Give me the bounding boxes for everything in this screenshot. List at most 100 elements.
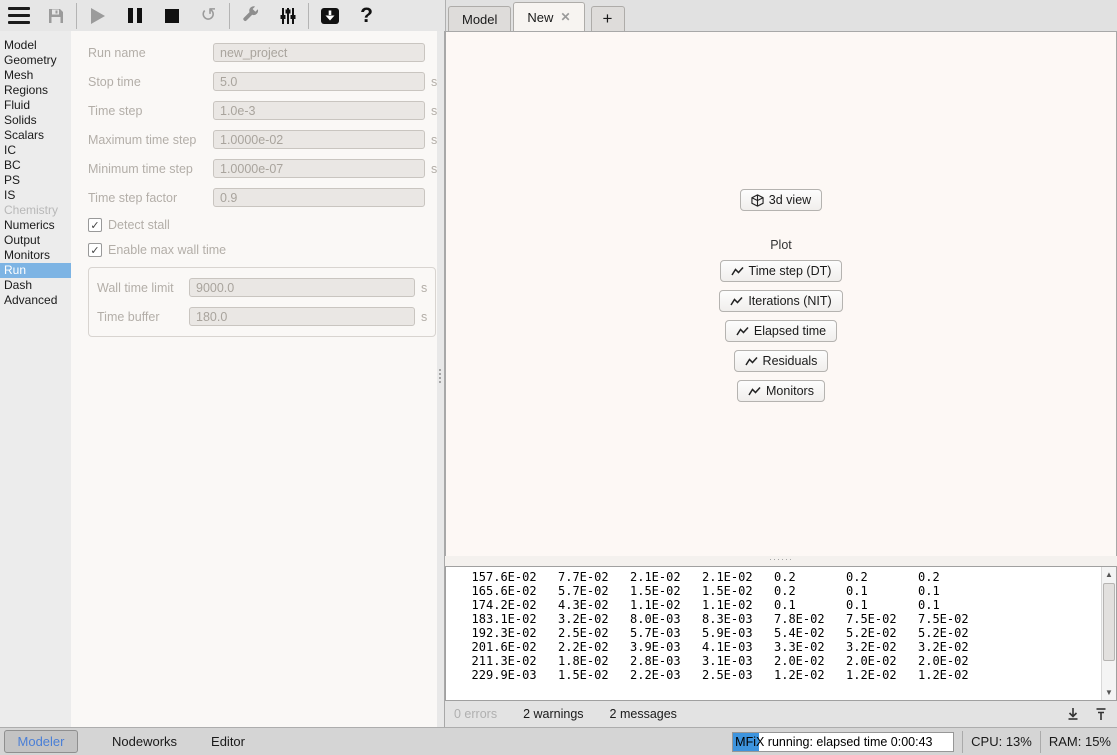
sidebar-item-regions[interactable]: Regions	[0, 83, 71, 98]
tab-label: Model	[462, 12, 497, 27]
residual-value: 3.2E-02	[558, 612, 630, 626]
menu-icon[interactable]	[0, 1, 37, 31]
tab-label: New	[527, 10, 553, 25]
plot-button-time-step-dt[interactable]: Time step (DT)	[720, 260, 843, 282]
3d-view-button[interactable]: 3d view	[740, 189, 822, 211]
scroll-up-icon[interactable]: ▲	[1102, 567, 1116, 582]
run-settings-panel: Run nameStop timesTime stepsMaximum time…	[71, 31, 437, 727]
sidebar-item-numerics[interactable]: Numerics	[0, 218, 71, 233]
export-download-icon[interactable]	[311, 1, 348, 31]
tab-new[interactable]: New ✕	[513, 2, 584, 31]
checkbox-label: Enable max wall time	[108, 243, 226, 257]
residual-value: 3.1E-03	[702, 654, 774, 668]
question-mark-icon: ?	[360, 5, 373, 26]
mode-button-nodeworks[interactable]: Nodeworks	[112, 734, 177, 749]
sidebar-item-dash[interactable]: Dash	[0, 278, 71, 293]
sidebar-nav: ModelGeometryMeshRegionsFluidSolidsScala…	[0, 31, 71, 727]
sidebar-item-monitors[interactable]: Monitors	[0, 248, 71, 263]
settings-sliders-icon[interactable]	[269, 1, 306, 31]
sidebar-item-is[interactable]: IS	[0, 188, 71, 203]
new-tab-button[interactable]: +	[591, 6, 625, 31]
residual-value: 7.5E-02	[918, 612, 990, 626]
time-step-input[interactable]	[213, 101, 425, 120]
sidebar-item-ps[interactable]: PS	[0, 173, 71, 188]
cpu-usage: CPU: 13%	[971, 734, 1032, 749]
workspace-panel: 3d view Plot Time step (DT)Iterations (N…	[445, 31, 1117, 556]
checkbox-checked-icon[interactable]: ✓	[88, 243, 102, 257]
tab-model[interactable]: Model	[448, 6, 511, 31]
iteration-number: 21	[446, 654, 486, 668]
console-scrollbar[interactable]: ▲ ▼	[1101, 567, 1116, 700]
stop-icon[interactable]	[153, 1, 190, 31]
scroll-down-icon[interactable]: ▼	[1102, 685, 1116, 700]
time-step-factor-input[interactable]	[213, 188, 425, 207]
vertical-splitter[interactable]	[437, 31, 445, 727]
plot-button-monitors[interactable]: Monitors	[737, 380, 825, 402]
form-row: Wall time limits	[97, 277, 435, 298]
statusbar-separator	[1040, 731, 1041, 753]
build-wrench-icon[interactable]	[232, 1, 269, 31]
sidebar-item-output[interactable]: Output	[0, 233, 71, 248]
sidebar-item-advanced[interactable]: Advanced	[0, 293, 71, 308]
run-play-icon[interactable]	[79, 1, 116, 31]
residual-value: 0.1	[918, 598, 990, 612]
save-icon[interactable]	[37, 1, 74, 31]
wall-time-limit-input[interactable]	[189, 278, 415, 297]
scroll-to-bottom-button[interactable]	[1065, 706, 1081, 722]
sidebar-item-model[interactable]: Model	[0, 38, 71, 53]
stop-square-icon	[165, 9, 179, 23]
sidebar-item-geometry[interactable]: Geometry	[0, 53, 71, 68]
mode-button-modeler[interactable]: Modeler	[4, 730, 78, 753]
max-wall-time-group: Wall time limitsTime buffers	[88, 267, 436, 337]
checkbox-row: ✓ Detect stall	[88, 217, 437, 233]
sidebar-item-bc[interactable]: BC	[0, 158, 71, 173]
console-status-bar: 0 errors 2 warnings 2 messages	[445, 701, 1117, 727]
maximum-time-step-input[interactable]	[213, 130, 425, 149]
main-toolbar: ↺ ?	[0, 0, 445, 32]
zigzag-chart-icon	[731, 266, 744, 277]
plot-button-residuals[interactable]: Residuals	[734, 350, 829, 372]
scrollbar-thumb[interactable]	[1103, 583, 1115, 661]
time-buffer-input[interactable]	[189, 307, 415, 326]
residual-value: 2.8E-03	[630, 654, 702, 668]
plot-button-label: Elapsed time	[754, 324, 826, 338]
run-name-input[interactable]	[213, 43, 425, 62]
residual-value: 2.1E-02	[630, 570, 702, 584]
residual-value: 5.2E-02	[846, 626, 918, 640]
residual-value: 4.1E-03	[702, 640, 774, 654]
errors-count[interactable]: 0 errors	[454, 707, 497, 721]
residual-value: 2.3E-02	[486, 626, 558, 640]
stop-time-input[interactable]	[213, 72, 425, 91]
pause-icon[interactable]	[116, 1, 153, 31]
wrench-icon	[241, 6, 261, 26]
tab-close-icon[interactable]: ✕	[560, 10, 570, 24]
sidebar-item-run[interactable]: Run	[0, 263, 71, 278]
sidebar-item-ic[interactable]: IC	[0, 143, 71, 158]
scroll-to-top-button[interactable]	[1093, 706, 1109, 722]
residual-value: 2.1E-02	[702, 570, 774, 584]
horizontal-splitter[interactable]: ······	[445, 556, 1117, 566]
sidebar-item-solids[interactable]: Solids	[0, 113, 71, 128]
sidebar-item-mesh[interactable]: Mesh	[0, 68, 71, 83]
messages-count[interactable]: 2 messages	[610, 707, 677, 721]
zigzag-chart-icon	[745, 356, 758, 367]
field-label: Time buffer	[97, 310, 189, 324]
field-label: Run name	[88, 46, 213, 60]
residuals-table: 157.6E-027.7E-022.1E-022.1E-020.20.20.21…	[446, 567, 1116, 682]
reset-icon[interactable]: ↺	[190, 1, 227, 31]
checkbox-label: Detect stall	[108, 218, 170, 232]
residual-value: 2.5E-03	[702, 668, 774, 682]
plot-button-iterations-nit[interactable]: Iterations (NIT)	[719, 290, 842, 312]
warnings-count[interactable]: 2 warnings	[523, 707, 583, 721]
minimum-time-step-input[interactable]	[213, 159, 425, 178]
mode-button-editor[interactable]: Editor	[211, 734, 245, 749]
field-label: Wall time limit	[97, 281, 189, 295]
checkbox-checked-icon[interactable]: ✓	[88, 218, 102, 232]
help-icon[interactable]: ?	[348, 1, 385, 31]
field-label: Minimum time step	[88, 162, 213, 176]
residual-value: 2.2E-02	[558, 640, 630, 654]
console-output[interactable]: 157.6E-027.7E-022.1E-022.1E-020.20.20.21…	[445, 566, 1117, 701]
plot-button-elapsed-time[interactable]: Elapsed time	[725, 320, 837, 342]
sidebar-item-scalars[interactable]: Scalars	[0, 128, 71, 143]
sidebar-item-fluid[interactable]: Fluid	[0, 98, 71, 113]
